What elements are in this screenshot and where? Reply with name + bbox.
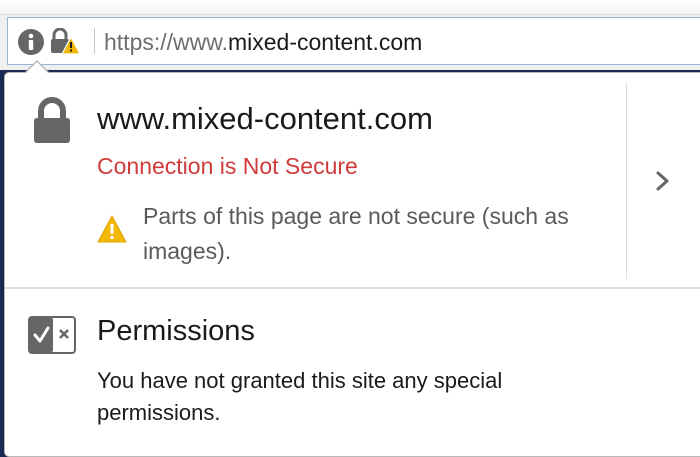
connection-status: Connection is Not Secure xyxy=(97,153,358,179)
mixed-content-message: Parts of this page are not secure (such … xyxy=(143,203,569,264)
security-section[interactable]: www.mixed-content.com Connection is Not … xyxy=(5,73,700,287)
toolbar-top-strip xyxy=(0,0,700,15)
site-host: www.mixed-content.com xyxy=(97,101,433,136)
url-bar[interactable]: https://www.mixed-content.com xyxy=(7,17,700,65)
site-identity-popup: www.mixed-content.com Connection is Not … xyxy=(4,60,700,457)
chevron-right-icon[interactable] xyxy=(653,169,673,193)
lock-icon xyxy=(31,97,73,145)
warning-icon xyxy=(97,214,127,243)
identity-box[interactable] xyxy=(8,18,90,64)
lock-warning-icon[interactable] xyxy=(49,27,81,56)
browser-toolbar: https://www.mixed-content.com xyxy=(0,0,700,70)
permissions-section: Permissions You have not granted this si… xyxy=(5,289,700,457)
info-icon[interactable] xyxy=(17,28,45,56)
url-text[interactable]: https://www.mixed-content.com xyxy=(104,29,422,55)
url-prefix: https://www. xyxy=(104,29,228,55)
section-vertical-divider xyxy=(626,83,627,279)
identity-divider xyxy=(94,28,95,54)
permissions-description: You have not granted this site any speci… xyxy=(97,368,503,425)
url-host: mixed-content.com xyxy=(227,29,423,55)
permissions-icon xyxy=(27,315,77,355)
permissions-title: Permissions xyxy=(97,315,255,347)
